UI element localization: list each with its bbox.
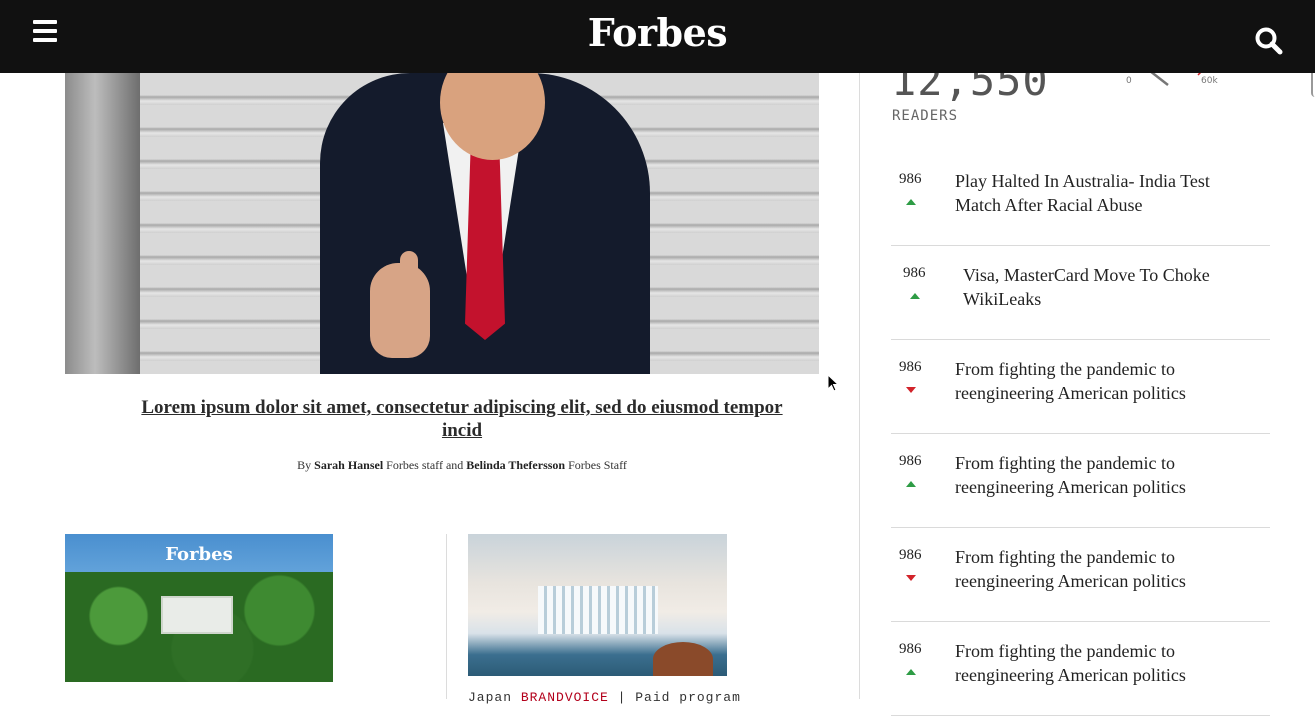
search-icon[interactable] <box>1254 26 1284 56</box>
trending-count: 986 <box>899 359 922 375</box>
card-image-rock <box>653 642 713 676</box>
readers-gauge: 0 60k <box>1120 73 1230 93</box>
card-image-falls <box>538 586 658 634</box>
trending-count: 986 <box>899 453 922 469</box>
trending-title-link[interactable]: From fighting the pandemic to reengineer… <box>955 357 1255 405</box>
hero-image-tie <box>465 135 505 340</box>
author-link-2[interactable]: Belinda Thefersson <box>466 458 565 472</box>
card-divider <box>446 534 447 699</box>
trending-count: 986 <box>903 265 926 281</box>
trend-down-arrow-icon <box>906 575 916 581</box>
trending-title-link[interactable]: From fighting the pandemic to reengineer… <box>955 545 1255 593</box>
gauge-min-label: 0 <box>1126 76 1132 86</box>
trending-item[interactable]: 986 Visa, MasterCard Move To Choke WikiL… <box>891 246 1270 340</box>
card-sponsor-label: Japan BRANDVOICE | Paid program <box>468 690 768 705</box>
gauge-max-label: 60k <box>1201 76 1218 86</box>
trend-up-arrow-icon <box>906 199 916 205</box>
trending-list: 986 Play Halted In Australia- India Test… <box>891 152 1270 716</box>
trend-down-arrow-icon <box>906 387 916 393</box>
sponsor-name[interactable]: Japan <box>468 690 512 705</box>
column-divider <box>859 73 860 699</box>
card-image-house <box>161 596 233 634</box>
trending-item[interactable]: 986 Play Halted In Australia- India Test… <box>891 152 1270 246</box>
trending-title-link[interactable]: Visa, MasterCard Move To Choke WikiLeaks <box>963 263 1263 311</box>
trending-title-link[interactable]: From fighting the pandemic to reengineer… <box>955 639 1255 687</box>
trending-count: 986 <box>899 171 922 187</box>
trend-up-arrow-icon <box>906 481 916 487</box>
hero-image[interactable] <box>65 73 819 374</box>
paid-program-label: | Paid program <box>617 690 741 705</box>
card-forbes-logo: Forbes <box>165 544 233 565</box>
readers-label: READERS <box>892 108 959 124</box>
trending-count: 986 <box>899 641 922 657</box>
hero-headline-link[interactable]: Lorem ipsum dolor sit amet, consectetur … <box>120 396 804 442</box>
card-image-white-house[interactable]: Forbes <box>65 534 333 682</box>
byline-by: By <box>297 458 312 472</box>
trending-title-link[interactable]: From fighting the pandemic to reengineer… <box>955 451 1255 499</box>
author-role-2: Forbes Staff <box>568 458 627 472</box>
author-role-1: Forbes staff and <box>386 458 464 472</box>
trending-item[interactable]: 986 From fighting the pandemic to reengi… <box>891 528 1270 622</box>
mouse-cursor-icon <box>827 373 840 397</box>
trending-item[interactable]: 986 From fighting the pandemic to reengi… <box>891 622 1270 716</box>
card-image-waterfall[interactable] <box>468 534 727 676</box>
forbes-logo[interactable]: Forbes <box>0 10 1315 55</box>
hero-image-railing <box>65 73 140 374</box>
trending-item[interactable]: 986 From fighting the pandemic to reengi… <box>891 340 1270 434</box>
author-link-1[interactable]: Sarah Hansel <box>314 458 383 472</box>
trending-title-link[interactable]: Play Halted In Australia- India Test Mat… <box>955 169 1255 217</box>
panel-scroll-edge <box>1311 73 1315 97</box>
trending-count: 986 <box>899 547 922 563</box>
trend-up-arrow-icon <box>906 669 916 675</box>
trending-item[interactable]: 986 From fighting the pandemic to reengi… <box>891 434 1270 528</box>
byline: By Sarah Hansel Forbes staff and Belinda… <box>120 458 804 473</box>
hero-image-hand <box>370 263 430 358</box>
trend-up-arrow-icon <box>910 293 920 299</box>
top-navigation-bar: Forbes <box>0 0 1315 73</box>
brandvoice-link[interactable]: BRANDVOICE <box>521 690 609 705</box>
